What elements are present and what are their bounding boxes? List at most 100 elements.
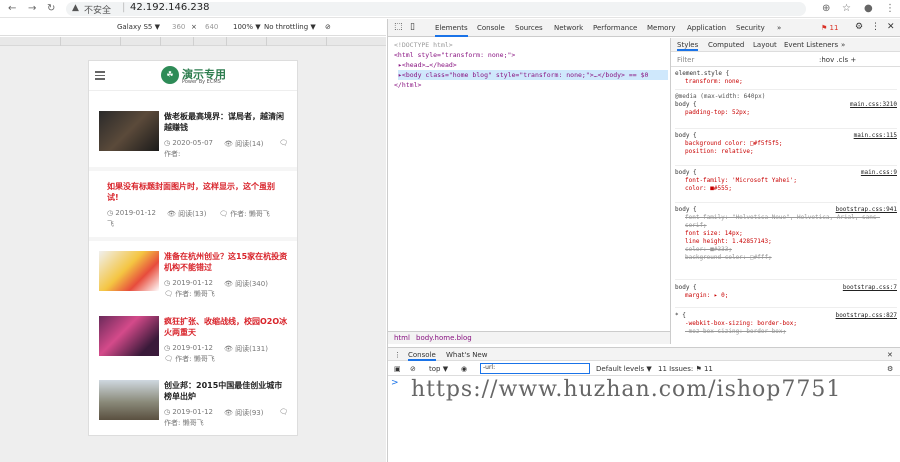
thumbnail[interactable] [99,251,159,291]
issues-badge[interactable]: ⚑ 11 [821,24,838,32]
tab-elements[interactable]: Elements [435,24,468,37]
device-width[interactable]: 360 [172,23,185,31]
item-title[interactable]: 如果没有标题封面图片时，这样显示，这个虽别试! [107,181,282,203]
rule-prop[interactable]: background color: □#f5f5f5; [685,140,897,148]
tab-event-listeners[interactable]: Event Listeners [784,41,838,49]
rule-prop[interactable]: transform: none; [685,78,897,86]
tab-computed[interactable]: Computed [708,41,744,49]
tab-network[interactable]: Network [554,24,583,32]
back-icon[interactable]: ← [8,3,16,14]
thumbnail[interactable] [99,380,159,420]
device-select[interactable]: Galaxy S5 ▼ [117,23,160,31]
console-settings-icon[interactable]: ⚙ [887,365,893,373]
address-text[interactable]: 42.192.146.238 [130,2,210,13]
levels-select[interactable]: Default levels ▼ [596,365,652,373]
css-rule: body { bootstrap.css:7 margin: ▸ 0; [675,284,897,308]
rule-prop[interactable]: font-family: 'Microsoft Yahei'; [685,177,897,185]
dom-line[interactable]: </html> [394,80,421,90]
item-title[interactable]: 准备在杭州创业？这15家在杭投资机构不能错过 [164,251,289,273]
rotate-icon[interactable]: ⊘ [325,23,331,31]
eye-icon[interactable]: ◉ [461,365,467,373]
logo-icon[interactable]: ☘ [161,66,179,84]
tab-application[interactable]: Application [687,24,726,32]
site-header: ☘ 演示专用 Power By ECMS [89,61,297,91]
device-mode-icon[interactable]: ▯ [410,22,415,32]
drawer-tab-console[interactable]: Console [408,351,436,361]
rule-prop-overridden[interactable]: background-color: □#fff; [685,254,897,262]
filter-controls[interactable]: :hov .cls + [819,56,856,64]
clear-console-icon[interactable]: ⊘ [410,365,416,373]
item-title[interactable]: 创业邦：2015中国最佳创业城市榜单出炉 [164,380,289,402]
reload-icon[interactable]: ↻ [47,3,55,14]
dom-line[interactable]: <!DOCTYPE html> [394,40,453,50]
zoom-icon[interactable]: ⊕ [822,3,830,14]
dom-line-selected[interactable]: ▸<body class="home blog" style="transfor… [398,70,668,80]
tab-performance[interactable]: Performance [593,24,637,32]
profile-icon[interactable]: ● [864,3,873,14]
rule-source[interactable]: main.css:9 [861,169,897,177]
security-warning: 不安全 [84,6,112,16]
item-author: 🗨 作者: 懒哥飞 [164,290,215,298]
crumb-body[interactable]: body.home.blog [416,334,472,342]
rule-prop[interactable]: position: relative; [685,148,897,156]
context-select[interactable]: top ▼ [429,365,448,373]
item-author: 🗨 作者: 懒哥飞 [164,355,215,363]
dom-line[interactable]: ▸<head>…</head> [398,60,457,70]
item-author-cont: 飞 [107,220,114,228]
tab-more[interactable]: » [841,41,845,49]
rule-prop[interactable]: padding-top: 52px; [685,109,897,117]
hamburger-icon[interactable] [95,71,105,80]
more-vert-icon[interactable]: ⋮ [871,22,880,32]
rule-prop[interactable]: -webkit-box-sizing: border-box; [685,320,897,328]
item-title[interactable]: 做老板最高境界：谋局者，越清闲越赚钱 [164,111,289,133]
rule-prop-overridden[interactable]: -moz-box-sizing: border-box; [685,328,897,336]
tab-console[interactable]: Console [477,24,505,32]
crumb-html[interactable]: html [394,334,410,342]
issues-count[interactable]: 11 Issues: ⚑ 11 [658,365,713,373]
console-prompt[interactable]: > [391,378,399,388]
rule-source[interactable]: bootstrap.css:827 [836,312,897,320]
rule-source[interactable]: main.css:115 [854,132,897,140]
thumbnail[interactable] [99,316,159,356]
drawer-menu-icon[interactable]: ⋮ [394,351,401,359]
item-views: 👁 阅读(14) [224,140,264,148]
filter-input[interactable]: Filter [677,56,694,64]
item-author: 🗨 作者: 懒哥飞 [219,210,270,218]
tab-layout[interactable]: Layout [753,41,777,49]
menu-icon[interactable]: ⋮ [885,3,895,14]
rule-prop[interactable]: margin: ▸ 0; [685,292,897,300]
tab-styles[interactable]: Styles [677,41,699,51]
dom-line[interactable]: <html style="transform: none;"> [394,50,515,60]
sidebar-toggle-icon[interactable]: ▣ [394,365,401,373]
styles-filter[interactable]: Filter :hov .cls + [671,53,900,67]
rule-source[interactable]: main.css:3210 [850,101,897,109]
rule-source[interactable]: bootstrap.css:7 [843,284,897,292]
rule-prop-overridden[interactable]: font-family: "Helvetica Neue", Helvetica… [685,214,897,230]
drawer-close-icon[interactable]: ✕ [887,351,893,359]
tab-more[interactable]: » [777,24,781,32]
inspect-icon[interactable]: ⬚ [394,22,403,32]
gear-icon[interactable]: ⚙ [855,22,863,32]
console-filter-input[interactable]: -url: [480,363,590,374]
throttle-select[interactable]: No throttling ▼ [264,23,316,31]
tab-sources[interactable]: Sources [515,24,543,32]
media-query-ruler [0,37,386,46]
rule-prop[interactable]: font size: 14px; [685,230,897,238]
rule-source[interactable]: bootstrap.css:941 [836,206,897,214]
bookmark-star-icon[interactable]: ☆ [842,3,851,14]
drawer-tabbar: ⋮ Console What's New ✕ [388,347,900,361]
thumbnail[interactable] [99,111,159,151]
item-comment-icon: 🗨 [279,408,288,416]
close-icon[interactable]: ✕ [887,22,895,32]
rule-prop[interactable]: color: ■#555; [685,185,897,193]
tab-memory[interactable]: Memory [647,24,675,32]
rule-prop-overridden[interactable]: color: ■#333; [685,246,897,254]
device-height[interactable]: 640 [205,23,218,31]
forward-icon[interactable]: → [28,3,36,14]
tab-security[interactable]: Security [736,24,765,32]
rule-prop[interactable]: line height: 1.42857143; [685,238,897,246]
item-title[interactable]: 疯狂扩张、收缩战线，校园O2O冰火两重天 [164,316,289,338]
address-bar[interactable]: ▲ 不安全 | 42.192.146.238 [66,2,806,16]
zoom-select[interactable]: 100% ▼ [233,23,261,31]
drawer-tab-whats-new[interactable]: What's New [446,351,487,359]
